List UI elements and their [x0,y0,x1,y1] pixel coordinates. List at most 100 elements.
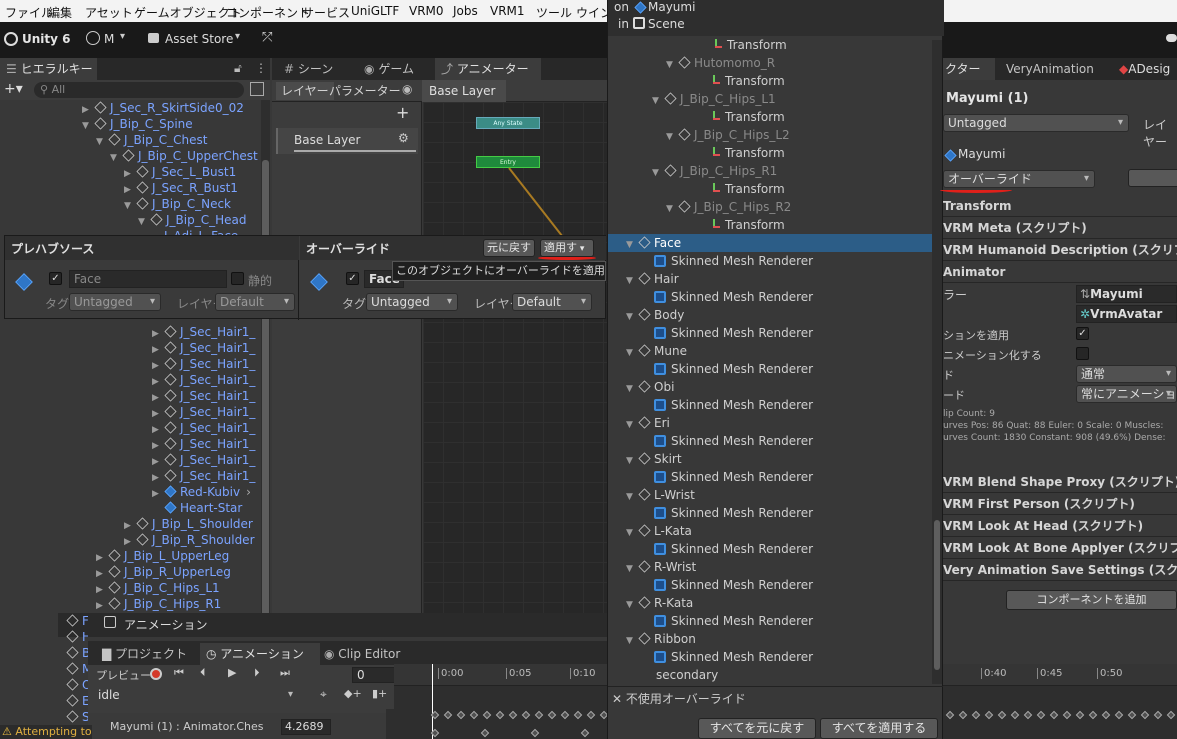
hierarchy-item[interactable]: ▶ J_Bip_L_UpperLeg [96,548,229,564]
account-button[interactable]: M [104,32,114,46]
component-header[interactable]: VRM First Person (スクリプト) [943,494,1177,514]
override-object-item[interactable]: ▼ R-Kata [608,594,936,612]
property-scrollbar[interactable] [386,709,394,739]
node-entry[interactable]: Entry [476,156,540,168]
keyframe[interactable] [480,728,490,738]
override-object-item[interactable]: ▼ Hair [608,270,936,288]
expand-right-icon[interactable]: ▶ [96,598,108,613]
override-object-item[interactable]: ▼ J_Bip_C_Hips_L2 [608,126,936,144]
overrides-scrollbar[interactable] [932,40,942,684]
gear-icon[interactable]: ⚙ [398,131,409,145]
override-object-item[interactable]: ▼ J_Bip_C_Hips_R2 [608,198,936,216]
tab-game[interactable]: ◉ ゲーム [358,58,414,80]
keyframe[interactable] [984,710,994,720]
menu-unigltf[interactable]: UniGLTF [351,4,399,18]
event-marker-icon[interactable]: ▮+ [372,687,387,700]
keyframe[interactable] [495,710,505,720]
eye-icon[interactable]: ◉ [402,82,412,96]
hierarchy-scroll-thumb[interactable] [262,160,269,630]
revert-all-button[interactable]: すべてを元に戻す [698,718,816,739]
component-header[interactable]: VRM Look At Bone Applyer (スクリプト) [943,538,1177,558]
menu-vrm1[interactable]: VRM1 [490,4,525,18]
property-value-field[interactable]: 4.2689 [281,719,331,735]
override-transform-item[interactable]: Transform [608,36,936,54]
override-active-checkbox[interactable]: ✓ [346,272,359,285]
override-object-item[interactable]: ▼ Ribbon [608,630,936,648]
keyframe[interactable] [443,710,453,720]
hierarchy-item-partial[interactable]: Ha [66,629,88,645]
override-component-item[interactable]: Skinned Mesh Renderer [608,468,936,486]
component-header[interactable]: Transform [943,196,1177,216]
hierarchy-item-partial[interactable]: O [66,677,88,693]
hierarchy-item-partial[interactable]: Er [66,693,88,709]
apply-all-button[interactable]: すべてを適用する [820,718,938,739]
override-object-item[interactable]: ▼ R-Wrist [608,558,936,576]
clip-dropdown[interactable]: idle [94,687,298,705]
override-component-item[interactable]: Skinned Mesh Renderer [608,252,936,270]
keyframe[interactable] [521,710,531,720]
override-component-item[interactable]: Skinned Mesh Renderer [608,612,936,630]
hierarchy-item[interactable]: ▶ J_Sec_Hair1_ [152,340,255,356]
override-component-item[interactable]: Skinned Mesh Renderer [608,504,936,522]
hierarchy-item[interactable]: ▶ J_Sec_Hair1_ [152,468,255,484]
menu-vrm0[interactable]: VRM0 [409,4,444,18]
expand-down-icon[interactable]: ▼ [110,150,122,166]
active-checkbox[interactable]: ✓ [49,272,62,285]
version-control-icon[interactable]: ⤱ [262,30,272,45]
dopesheet-timeline[interactable]: 0:00 0:05 0:10 [394,664,607,739]
override-object-item[interactable]: ▼ J_Bip_C_Hips_L1 [608,90,936,108]
hierarchy-item[interactable]: ▶ J_Bip_C_Hips_R1 [96,596,221,612]
keyframe[interactable] [1062,710,1072,720]
override-component-item[interactable]: Skinned Mesh Renderer [608,396,936,414]
prefab-select-button[interactable] [1128,169,1177,187]
component-header[interactable]: VRM Look At Head (スクリプト) [943,516,1177,536]
keyframe[interactable] [1010,710,1020,720]
override-object-item[interactable]: ▼ L-Wrist [608,486,936,504]
overrides-scroll-thumb[interactable] [934,520,940,670]
keyframe[interactable] [945,710,955,720]
tab-animation[interactable]: ◷ アニメーション [200,643,320,665]
hierarchy-item[interactable]: Heart-Star [152,500,242,516]
hierarchy-item[interactable]: ▶ J_Bip_R_UpperLeg [96,564,231,580]
unused-overrides-row[interactable]: ✕ 不使用オーバーライド [608,686,944,708]
menu-assets[interactable]: アセット [85,4,133,21]
tab-scene[interactable]: # シーン [278,58,333,80]
add-event-icon[interactable]: ◆+ [344,687,362,700]
state-graph[interactable]: Any State Entry [423,102,608,613]
override-component-item[interactable]: Skinned Mesh Renderer [608,432,936,450]
hierarchy-item[interactable]: ▶ J_Bip_C_Hips_L1 [96,580,220,596]
tab-clip-editor[interactable]: ◉ Clip Editor [318,643,400,665]
first-keyframe-icon[interactable]: ⏮ [174,666,184,680]
override-transform-item[interactable]: Transform [608,180,936,198]
apply-button[interactable]: 適用す ▾ [540,239,594,257]
component-header[interactable]: VRM Blend Shape Proxy (スクリプト) [943,472,1177,492]
controller-field[interactable]: ⇅Mayumi [1076,285,1177,303]
override-object-item[interactable]: ▼ Skirt [608,450,936,468]
expand-down-icon[interactable]: ▼ [82,118,94,134]
keyframe[interactable] [1049,710,1059,720]
animate-physics-checkbox[interactable] [1076,347,1089,360]
keyframe[interactable] [547,710,557,720]
component-header[interactable]: VRM Humanoid Description (スクリプト) [943,240,1177,260]
component-header[interactable]: Animator [943,262,1177,282]
playhead[interactable] [432,664,433,739]
keyframe[interactable] [534,710,544,720]
override-layer-dropdown[interactable]: Default [512,293,592,311]
menu-tools[interactable]: ツール [536,4,572,21]
keyframe[interactable] [997,710,1007,720]
tab-inspector[interactable]: クター [943,58,995,80]
revert-button[interactable]: 元に戻す [483,239,535,257]
keyframe[interactable] [580,728,590,738]
hierarchy-item[interactable]: ▼ J_Bip_C_Head [138,212,246,228]
component-header[interactable]: VRM Meta (スクリプト) [943,218,1177,238]
hierarchy-item[interactable]: ▼ J_Bip_C_Neck [124,196,231,212]
keyframe[interactable] [1101,710,1111,720]
keyframe[interactable] [469,710,479,720]
menu-component[interactable]: コンポーネント [226,4,310,21]
asset-store-button[interactable]: Asset Store [165,32,233,46]
hierarchy-item[interactable]: ▶ J_Sec_Hair1_ [152,388,255,404]
hierarchy-item[interactable]: ▶ J_Sec_Hair1_ [152,404,255,420]
close-icon[interactable]: ✕ [612,692,626,706]
apply-root-motion-checkbox[interactable]: ✓ [1076,327,1089,340]
add-layer-icon[interactable]: + [396,103,409,122]
